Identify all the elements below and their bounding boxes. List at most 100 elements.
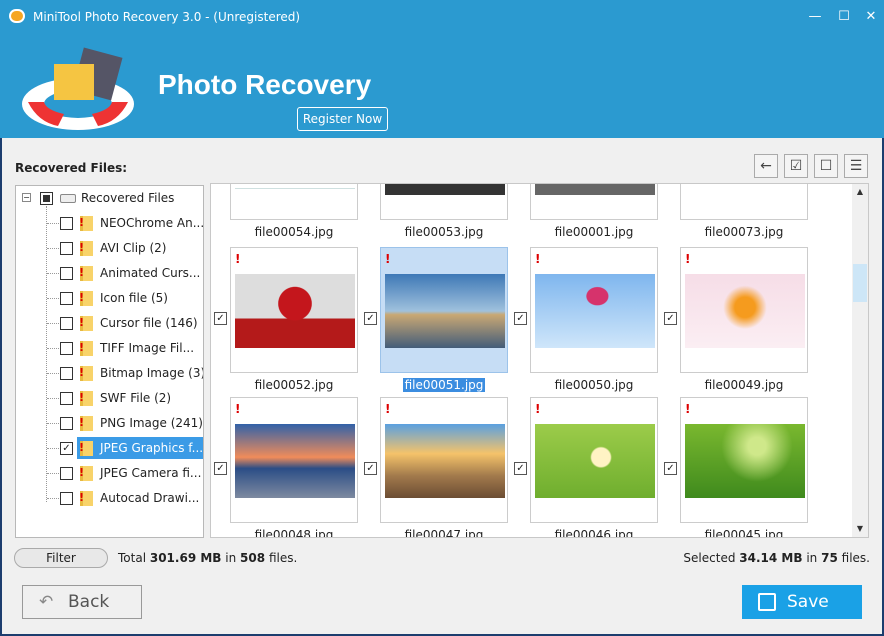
tree-item[interactable]: ! JPEG Camera fi... (16, 462, 203, 484)
file-checkbox[interactable]: ✓ (364, 462, 377, 475)
thumbnail-image (235, 424, 355, 498)
scroll-down-icon[interactable]: ▼ (852, 521, 868, 537)
check-all-icon[interactable]: ☑ (784, 154, 808, 178)
tree-item[interactable]: ! SWF File (2) (16, 387, 203, 409)
tree-item[interactable]: ! AVI Clip (2) (16, 237, 203, 259)
thumbnail-frame[interactable]: ! (680, 397, 808, 523)
title-bar: MiniTool Photo Recovery 3.0 - (Unregiste… (0, 0, 884, 36)
warning-icon: ! (79, 341, 85, 354)
file-name: file00048.jpg (230, 528, 358, 537)
tree-item-checkbox[interactable] (60, 492, 73, 505)
tree-line (47, 323, 59, 324)
file-name-text: file00049.jpg (704, 378, 784, 392)
warning-icon: ! (385, 252, 391, 266)
tree-item[interactable]: ! Icon file (5) (16, 287, 203, 309)
tree-root[interactable]: − Recovered Files (16, 187, 203, 209)
thumbnail-image (385, 184, 505, 195)
tree-item-label: SWF File (2) (100, 391, 172, 405)
file-checkbox[interactable]: ✓ (664, 462, 677, 475)
collapse-icon[interactable]: − (22, 193, 31, 202)
thumbnail-frame[interactable]: ! (680, 247, 808, 373)
file-name-text: file00047.jpg (404, 528, 484, 538)
tree-item[interactable]: ! TIFF Image Fil... (16, 337, 203, 359)
list-view-icon[interactable]: ☰ (844, 154, 868, 178)
tree-item[interactable]: ! PNG Image (241) (16, 412, 203, 434)
files-suffix: files. (841, 551, 870, 565)
scrollbar[interactable]: ▲ ▼ (852, 184, 868, 537)
maximize-button[interactable]: ☐ (834, 7, 854, 27)
thumbnail-image (685, 184, 805, 195)
tree-item[interactable]: ! Bitmap Image (3) (16, 362, 203, 384)
tree-line (47, 273, 59, 274)
thumbnail-frame[interactable] (230, 184, 358, 220)
thumbnail-frame[interactable]: ! (380, 247, 508, 373)
warning-icon: ! (685, 402, 691, 416)
warning-icon: ! (685, 252, 691, 266)
tree-item-checkbox[interactable] (60, 267, 73, 280)
tree-item-checkbox[interactable] (60, 242, 73, 255)
tree-line (47, 248, 59, 249)
file-checkbox[interactable]: ✓ (514, 462, 527, 475)
tree-item-checkbox[interactable] (60, 317, 73, 330)
save-button[interactable]: Save (742, 585, 862, 619)
tree-item-checkbox[interactable] (60, 367, 73, 380)
file-checkbox[interactable]: ✓ (214, 462, 227, 475)
total-prefix: Total (118, 551, 147, 565)
thumbnail-frame[interactable]: ! (380, 397, 508, 523)
tree-item[interactable]: ! Autocad Drawi... (16, 487, 203, 509)
thumbnail-frame[interactable] (680, 184, 808, 220)
file-checkbox[interactable]: ✓ (214, 312, 227, 325)
header: Photo Recovery Register Now (0, 36, 884, 138)
thumbnail-frame[interactable]: ! (230, 397, 358, 523)
in-text: in (225, 551, 237, 565)
files-suffix: files. (268, 551, 298, 565)
tree-line (47, 223, 59, 224)
warning-icon: ! (79, 241, 85, 254)
tree-line (47, 348, 59, 349)
register-now-button[interactable]: Register Now (297, 107, 388, 131)
thumbnail-frame[interactable]: ! (230, 247, 358, 373)
file-checkbox[interactable]: ✓ (664, 312, 677, 325)
thumbnail-frame[interactable]: ! (530, 397, 658, 523)
tree-item[interactable]: ! Animated Curs... (16, 262, 203, 284)
tree-item-checkbox[interactable] (60, 392, 73, 405)
tree-line (47, 448, 59, 449)
file-name-text: file00001.jpg (554, 225, 634, 239)
file-name-text: file00073.jpg (704, 225, 784, 239)
tree-item-checkbox[interactable] (60, 467, 73, 480)
warning-icon: ! (535, 402, 541, 416)
scrollbar-thumb[interactable] (853, 264, 867, 302)
file-name-text: file00051.jpg (402, 378, 486, 392)
tree-item[interactable]: ! Cursor file (146) (16, 312, 203, 334)
back-icon[interactable]: ← (754, 154, 778, 178)
thumbnail-frame[interactable] (380, 184, 508, 220)
tree-root-label: Recovered Files (81, 191, 175, 205)
minimize-button[interactable]: — (805, 7, 825, 27)
scroll-up-icon[interactable]: ▲ (852, 184, 868, 200)
uncheck-all-icon[interactable]: ☐ (814, 154, 838, 178)
tree-item-checkbox[interactable] (60, 417, 73, 430)
warning-icon: ! (235, 402, 241, 416)
root-checkbox[interactable] (40, 192, 53, 205)
warning-icon: ! (535, 252, 541, 266)
file-name: file00049.jpg (680, 378, 808, 392)
thumbnail-frame[interactable] (530, 184, 658, 220)
file-name-text: file00045.jpg (704, 528, 784, 538)
tree-item[interactable]: ✓! JPEG Graphics f... (16, 437, 203, 459)
file-checkbox[interactable]: ✓ (514, 312, 527, 325)
app-icon (9, 9, 25, 23)
file-name: file00047.jpg (380, 528, 508, 538)
tree-item-checkbox[interactable] (60, 217, 73, 230)
tree-item[interactable]: ! NEOChrome An... (16, 212, 203, 234)
tree-item-checkbox[interactable]: ✓ (60, 442, 73, 455)
tree-item-checkbox[interactable] (60, 292, 73, 305)
tree-item-label: JPEG Camera fi... (100, 466, 202, 480)
tree-line (47, 498, 59, 499)
file-checkbox[interactable]: ✓ (364, 312, 377, 325)
back-button[interactable]: ↶ Back (22, 585, 142, 619)
filter-button[interactable]: Filter (14, 548, 108, 568)
tree-item-checkbox[interactable] (60, 342, 73, 355)
thumbnail-frame[interactable]: ! (530, 247, 658, 373)
tree-item-label: Autocad Drawi... (100, 491, 200, 505)
close-button[interactable]: ✕ (861, 7, 881, 27)
